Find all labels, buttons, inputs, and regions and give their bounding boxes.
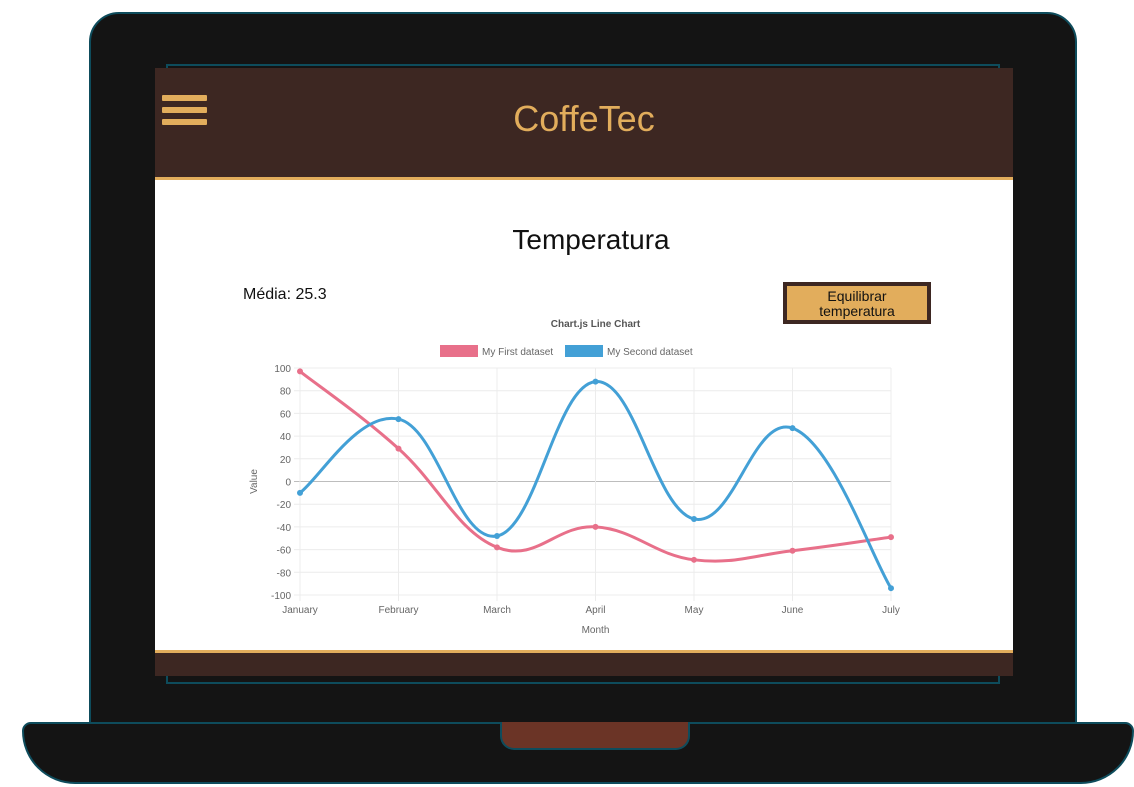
series-1-point [494,544,500,551]
x-tick-label: June [782,605,804,616]
app-footer [155,650,1013,676]
app-screen: CoffeTec Temperatura Média: 25.3 Equilib… [155,68,1013,676]
y-tick-label: 20 [280,455,292,466]
series-1-point [592,523,599,530]
legend-label: My Second dataset [607,347,693,358]
legend-swatch [440,345,478,357]
x-tick-label: March [483,605,511,616]
y-tick-label: 40 [280,432,292,443]
y-tick-label: 60 [280,409,292,420]
series-2-point [592,378,599,385]
series-2-point [297,489,303,496]
app-header: CoffeTec [155,68,1013,180]
laptop-notch [500,722,690,750]
y-tick-label: 100 [274,364,291,375]
series-2-point [691,515,697,522]
series-1-point [691,556,697,563]
series-1-point [888,534,894,541]
series-2-point [789,425,796,432]
app-title: CoffeTec [513,98,655,139]
button-label-line1: Equilibrar [827,288,887,304]
y-tick-label: -20 [277,500,292,511]
y-tick-label: -60 [277,546,292,557]
x-tick-label: April [585,605,605,616]
series-1-point [789,547,796,554]
y-tick-label: -100 [271,591,291,602]
x-tick-label: January [282,605,318,616]
x-tick-label: July [882,605,900,616]
series-2-point [888,585,894,592]
y-tick-label: -80 [277,568,292,579]
x-axis-label: Month [582,625,610,636]
x-tick-label: May [685,605,704,616]
y-tick-label: -40 [277,523,292,534]
y-tick-label: 0 [285,478,291,489]
chart-title: Chart.js Line Chart [551,319,641,330]
average-label: Média: 25.3 [243,286,327,303]
temperature-line-chart: 100 80 60 40 20 0 -20 -40 -60 -80 -100 January Febru… [249,319,900,636]
series-2-point [494,532,500,539]
x-tick-label: February [378,605,418,616]
series-1-point [395,445,402,452]
page-title: Temperatura [512,224,670,255]
y-tick-label: 80 [280,387,292,398]
legend-swatch [565,345,603,357]
y-axis-label: Value [249,469,260,494]
legend-label: My First dataset [482,347,553,358]
series-2-point [395,416,402,423]
series-1-point [297,368,303,375]
